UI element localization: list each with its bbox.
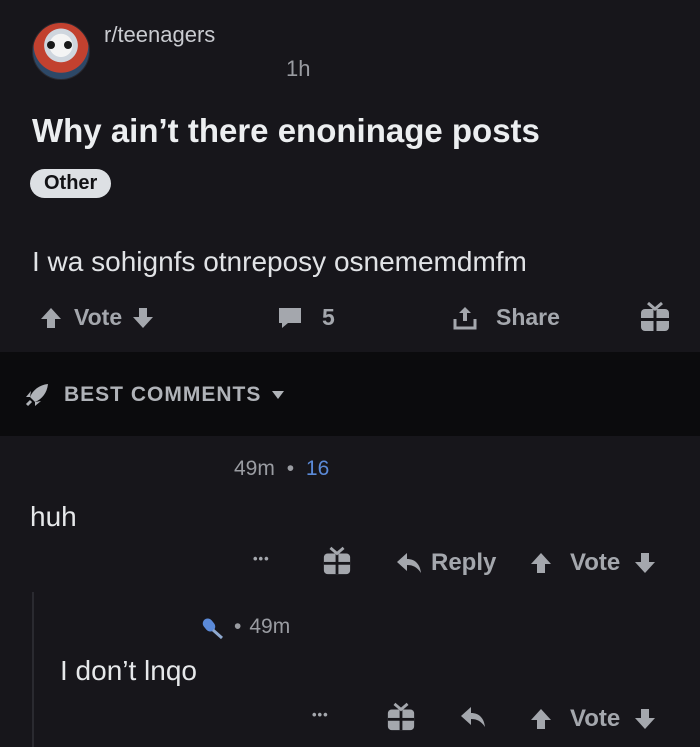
gift-icon (386, 702, 416, 732)
downvote-icon[interactable] (632, 706, 658, 732)
upvote-icon[interactable] (528, 550, 554, 576)
microphone-icon (200, 614, 226, 640)
comment-count: 5 (322, 304, 335, 330)
post-title[interactable]: Why ain’t there enoninage posts (32, 112, 540, 150)
comment-vote-group: Vote (528, 705, 658, 733)
post-vote-group: Vote (38, 304, 156, 331)
meta-separator: • (286, 457, 295, 480)
more-icon: ••• (312, 707, 329, 722)
comment-vote-label: Vote (570, 705, 621, 732)
gift-icon (322, 546, 352, 576)
comment-award-button[interactable] (322, 546, 352, 576)
comment-text: I don’t lnqo (60, 655, 197, 686)
comment-meta: • 49m (200, 614, 290, 640)
upvote-icon[interactable] (528, 706, 554, 732)
comment-icon (276, 305, 304, 331)
reply-icon (459, 705, 487, 729)
reply-label: Reply (431, 549, 497, 576)
reply-button[interactable]: Reply (395, 549, 496, 577)
reply-button[interactable] (459, 705, 487, 729)
more-icon: ••• (253, 551, 270, 566)
post-vote-label: Vote (74, 304, 123, 330)
reply-icon (395, 551, 423, 575)
gift-icon (639, 301, 671, 333)
upvote-icon[interactable] (38, 305, 64, 331)
sort-comments-button[interactable]: BEST COMMENTS (24, 382, 285, 408)
comments-button[interactable]: 5 (276, 304, 335, 331)
comment-time: 49m (234, 457, 275, 480)
comment-score: 16 (305, 457, 330, 480)
post-time: 1h (286, 56, 311, 81)
award-button[interactable] (639, 301, 671, 333)
post-flair[interactable]: Other (30, 169, 112, 198)
thread-line[interactable] (32, 592, 34, 747)
post-card: r/teenagers 1h Why ain’t there enoninage… (0, 0, 700, 352)
comment-vote-group: Vote (528, 549, 658, 577)
post-body: I wa sohignfs otnreposy osnememdmfm (32, 246, 527, 277)
comment-meta: 49m • 16 (234, 457, 329, 481)
comment-award-button[interactable] (386, 702, 416, 732)
subreddit-name[interactable]: r/teenagers (104, 22, 215, 48)
share-icon (452, 305, 478, 331)
share-label: Share (496, 304, 560, 330)
comment-time: 49m (249, 615, 291, 638)
comment-text: huh (30, 501, 77, 532)
meta-separator: • (234, 615, 242, 638)
sort-label: BEST COMMENTS (64, 383, 262, 406)
rocket-icon (24, 382, 50, 408)
more-options-button[interactable]: ••• (253, 551, 270, 566)
more-options-button[interactable]: ••• (312, 707, 329, 722)
downvote-icon[interactable] (130, 305, 156, 331)
downvote-icon[interactable] (632, 550, 658, 576)
subreddit-avatar[interactable] (32, 22, 90, 80)
share-button[interactable]: Share (452, 304, 560, 331)
comment-vote-label: Vote (570, 549, 621, 576)
chevron-down-icon (271, 390, 285, 400)
